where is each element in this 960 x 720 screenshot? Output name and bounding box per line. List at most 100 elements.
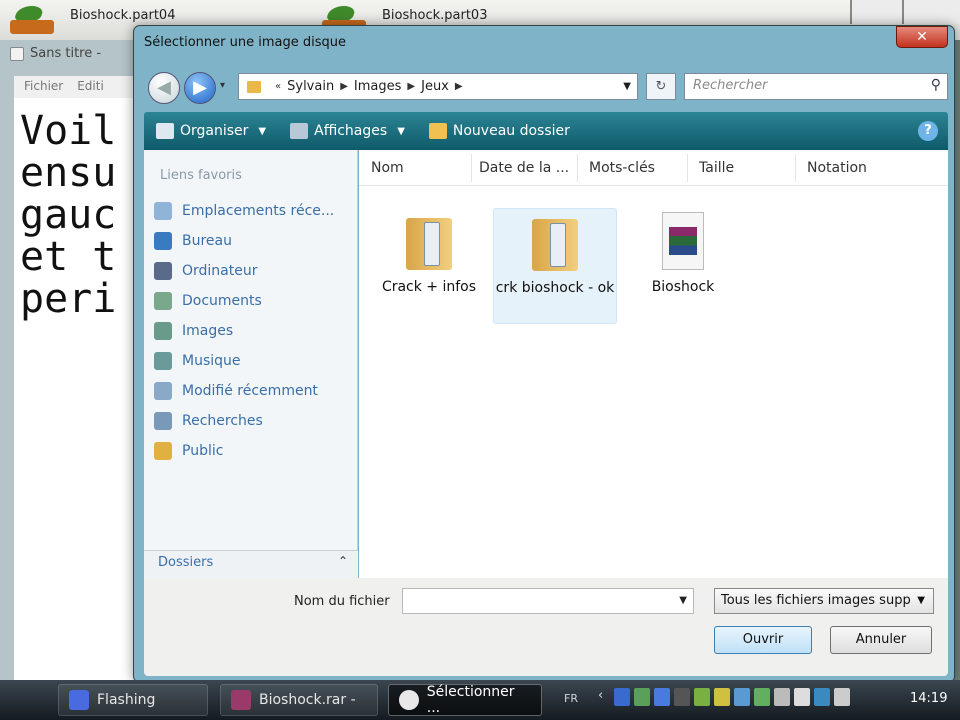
pictures-icon	[154, 322, 172, 340]
back-button[interactable]: ◀	[148, 72, 180, 104]
breadcrumb-images[interactable]: Images	[354, 79, 402, 94]
tray-icon[interactable]	[774, 688, 790, 706]
recently-changed-icon	[154, 382, 172, 400]
file-type-select[interactable]: Tous les fichiers images supp ▼	[714, 588, 934, 614]
filename-label: Nom du fichier	[294, 594, 390, 609]
close-button[interactable]: ✕	[896, 26, 948, 48]
app-icon	[399, 690, 419, 710]
close-icon: ✕	[916, 29, 928, 45]
notepad-title: Sans titre -	[10, 46, 101, 61]
notepad-icon	[10, 46, 24, 61]
breadcrumb-sylvain[interactable]: Sylvain	[287, 79, 334, 94]
help-button[interactable]: ?	[918, 121, 938, 141]
tray-icon[interactable]	[694, 688, 710, 706]
search-icon: ⚲	[930, 77, 941, 93]
chevron-down-icon: ▼	[258, 125, 267, 137]
sidebar-item-desktop[interactable]: Bureau	[154, 230, 232, 252]
recent-places-icon	[154, 202, 172, 220]
address-bar[interactable]: « Sylvain ▶ Images ▶ Jeux ▶ ▼	[238, 73, 638, 100]
music-icon	[154, 352, 172, 370]
column-keywords[interactable]: Mots-clés	[589, 160, 655, 176]
column-size[interactable]: Taille	[699, 160, 734, 176]
column-date[interactable]: Date de la ...	[479, 160, 569, 176]
views-icon	[290, 123, 309, 139]
menu-fichier[interactable]: Fichier	[24, 79, 63, 95]
folders-toggle[interactable]: Dossiers ⌃	[144, 550, 358, 578]
searches-icon	[154, 412, 172, 430]
folder-icon	[247, 80, 261, 93]
tray-icon[interactable]	[654, 688, 670, 706]
forward-button[interactable]: ▶	[184, 72, 216, 104]
sidebar-item-computer[interactable]: Ordinateur	[154, 260, 258, 282]
forward-arrow-icon: ▶	[193, 77, 207, 98]
column-name[interactable]: Nom	[371, 160, 404, 176]
computer-icon	[154, 262, 172, 280]
file-item-selected[interactable]: crk bioshock - ok	[493, 208, 617, 324]
chevron-left-icon[interactable]: ‹	[598, 688, 610, 706]
dialog-title: Sélectionner une image disque	[144, 35, 346, 50]
tray-icon[interactable]	[734, 688, 750, 706]
organize-button[interactable]: Organiser ▼	[156, 123, 266, 139]
taskbar: Flashing Bioshock.rar - Sélectionner ...…	[0, 680, 960, 720]
sidebar-item-music[interactable]: Musique	[154, 350, 241, 372]
volume-icon[interactable]	[834, 688, 850, 706]
file-item-label: crk bioshock - ok	[495, 280, 615, 296]
menu-edition[interactable]: Editi	[77, 79, 104, 95]
sidebar-item-documents[interactable]: Documents	[154, 290, 262, 312]
views-button[interactable]: Affichages ▼	[290, 123, 405, 139]
chevron-down-icon: ▼	[397, 125, 405, 137]
tray-icon[interactable]	[714, 688, 730, 706]
app-icon	[69, 690, 89, 710]
history-dropdown[interactable]: ▾	[220, 80, 225, 91]
favorite-links-pane: Liens favoris Emplacements réce... Burea…	[144, 150, 358, 574]
taskbar-item-flashing[interactable]: Flashing	[58, 684, 208, 716]
open-button[interactable]: Ouvrir	[714, 626, 812, 654]
column-rating[interactable]: Notation	[807, 160, 867, 176]
organize-icon	[156, 123, 174, 139]
tray-icon[interactable]	[614, 688, 630, 706]
refresh-button[interactable]: ↻	[646, 73, 676, 100]
tray-icon[interactable]	[634, 688, 650, 706]
tray-icon[interactable]	[754, 688, 770, 706]
taskbar-item-bioshock-rar[interactable]: Bioshock.rar -	[220, 684, 378, 716]
winrar-icon	[6, 2, 62, 36]
notepad-menu: Fichier Editi	[14, 76, 150, 98]
refresh-icon: ↻	[655, 79, 667, 94]
taskbar-item-select-dialog[interactable]: Sélectionner ...	[388, 684, 542, 716]
new-folder-button[interactable]: Nouveau dossier	[428, 123, 570, 139]
folder-icon	[406, 212, 452, 270]
tray-icon[interactable]	[674, 688, 690, 706]
open-file-dialog: Sélectionner une image disque ✕ ◀ ▶ ▾ « …	[133, 25, 955, 683]
winrar-icon	[231, 690, 251, 710]
search-input[interactable]: Rechercher ⚲	[684, 73, 948, 100]
file-item[interactable]: Crack + infos	[367, 208, 491, 296]
dialog-bottom-panel: Nom du fichier ▼ Tous les fichiers image…	[144, 578, 948, 676]
sidebar-item-recent-places[interactable]: Emplacements réce...	[154, 200, 334, 222]
public-folder-icon	[154, 442, 172, 460]
sidebar-item-public[interactable]: Public	[154, 440, 223, 462]
chevron-down-icon[interactable]: ▼	[623, 81, 631, 92]
language-indicator[interactable]: FR	[564, 692, 578, 705]
file-item-label: Crack + infos	[381, 279, 477, 295]
file-list[interactable]: Nom Date de la ... Mots-clés Taille Nota…	[359, 150, 948, 578]
winrar-archive-icon	[662, 212, 704, 270]
sidebar-item-recently-changed[interactable]: Modifié récemment	[154, 380, 318, 402]
folder-icon	[532, 213, 578, 271]
notepad-text[interactable]: Voil ensu gauc et t peri	[14, 98, 150, 720]
system-tray: ‹	[598, 688, 850, 706]
chevron-down-icon[interactable]: ▼	[679, 595, 687, 606]
back-arrow-icon: ◀	[157, 77, 171, 98]
desktop-file-label: Bioshock.part04	[70, 8, 176, 23]
sidebar-item-searches[interactable]: Recherches	[154, 410, 263, 432]
breadcrumb-jeux[interactable]: Jeux	[421, 79, 449, 94]
cancel-button[interactable]: Annuler	[830, 626, 932, 654]
file-item[interactable]: Bioshock	[621, 208, 745, 296]
chevron-up-icon: ⌃	[337, 554, 348, 568]
chevron-down-icon: ▼	[917, 595, 925, 606]
network-icon[interactable]	[814, 688, 830, 706]
clock[interactable]: 14:19	[910, 691, 947, 706]
desktop-file-label: Bioshock.part03	[382, 8, 488, 23]
filename-input[interactable]: ▼	[402, 588, 694, 614]
sidebar-item-pictures[interactable]: Images	[154, 320, 233, 342]
tray-icon[interactable]	[794, 688, 810, 706]
